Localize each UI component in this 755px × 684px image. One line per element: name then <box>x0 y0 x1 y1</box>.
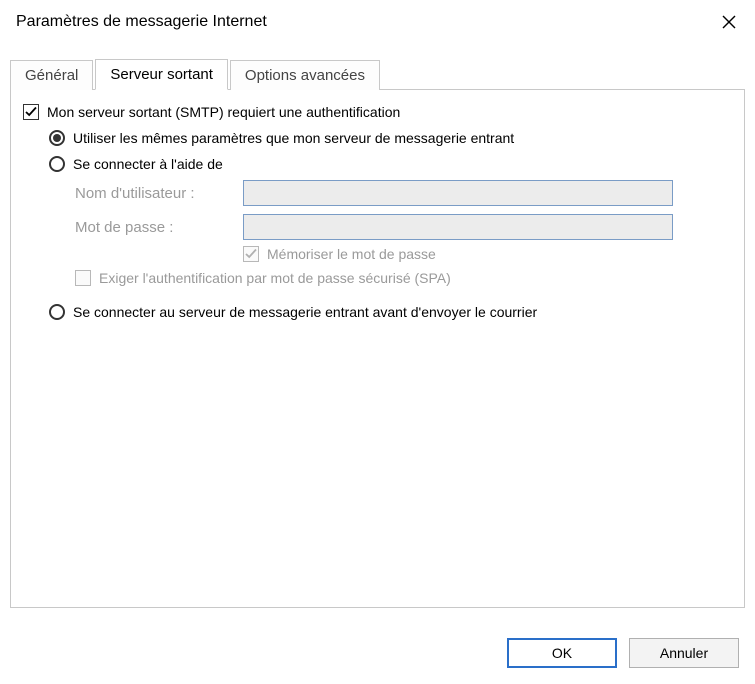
tab-outgoing-server[interactable]: Serveur sortant <box>95 59 228 90</box>
dialog-footer: OK Annuler <box>507 638 739 668</box>
radio-same-settings[interactable] <box>49 130 65 146</box>
radio-before-send-row[interactable]: Se connecter au serveur de messagerie en… <box>49 304 732 320</box>
radio-same-label: Utiliser les mêmes paramètres que mon se… <box>73 130 514 146</box>
ok-button[interactable]: OK <box>507 638 617 668</box>
radio-logon-row[interactable]: Se connecter à l'aide de <box>49 156 732 172</box>
radio-logon-label: Se connecter à l'aide de <box>73 156 223 172</box>
checkbox-smtp-auth[interactable] <box>23 104 39 120</box>
close-icon[interactable] <box>715 8 743 36</box>
checkbox-remember-password[interactable] <box>243 246 259 262</box>
password-input[interactable] <box>243 214 673 240</box>
tab-advanced[interactable]: Options avancées <box>230 60 380 90</box>
remember-password-label: Mémoriser le mot de passe <box>267 246 436 262</box>
remember-password-row[interactable]: Mémoriser le mot de passe <box>75 246 732 262</box>
titlebar: Paramètres de messagerie Internet <box>0 0 755 44</box>
username-input[interactable] <box>243 180 673 206</box>
tabpanel-outgoing: Mon serveur sortant (SMTP) requiert une … <box>10 90 745 608</box>
spa-row[interactable]: Exiger l'authentification par mot de pas… <box>75 270 732 286</box>
password-label: Mot de passe : <box>75 219 243 236</box>
radio-logon-before-send[interactable] <box>49 304 65 320</box>
tabstrip: Général Serveur sortant Options avancées <box>10 58 745 90</box>
smtp-auth-label: Mon serveur sortant (SMTP) requiert une … <box>47 104 400 120</box>
password-row: Mot de passe : <box>75 214 732 240</box>
radio-before-send-label: Se connecter au serveur de messagerie en… <box>73 304 537 320</box>
checkbox-spa[interactable] <box>75 270 91 286</box>
window-title: Paramètres de messagerie Internet <box>16 13 267 31</box>
smtp-auth-row[interactable]: Mon serveur sortant (SMTP) requiert une … <box>23 104 732 120</box>
spa-label: Exiger l'authentification par mot de pas… <box>99 270 451 286</box>
cancel-button[interactable]: Annuler <box>629 638 739 668</box>
tab-general[interactable]: Général <box>10 60 93 90</box>
radio-logon-using[interactable] <box>49 156 65 172</box>
radio-same-row[interactable]: Utiliser les mêmes paramètres que mon se… <box>49 130 732 146</box>
username-row: Nom d'utilisateur : <box>75 180 732 206</box>
username-label: Nom d'utilisateur : <box>75 185 243 202</box>
